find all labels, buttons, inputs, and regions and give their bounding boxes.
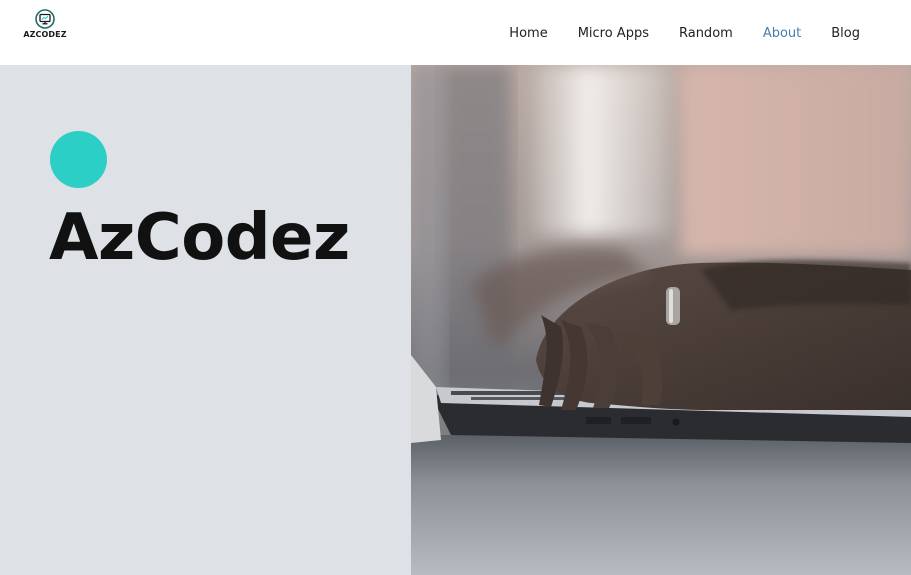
accent-dot <box>50 131 107 188</box>
hero-title: AzCodez <box>49 201 350 275</box>
monitor-logo-icon <box>35 9 55 29</box>
nav-item-blog[interactable]: Blog <box>831 26 860 41</box>
nav-item-home[interactable]: Home <box>509 26 547 41</box>
nav-item-micro-apps[interactable]: Micro Apps <box>578 26 649 41</box>
site-header: AZCODEZ Home Micro Apps Random About Blo… <box>0 0 911 65</box>
site-logo[interactable]: AZCODEZ <box>22 9 68 43</box>
hero-panel: AzCodez <box>0 65 411 575</box>
typing-on-laptop-illustration <box>411 65 911 575</box>
main-nav: Home Micro Apps Random About Blog <box>509 26 860 41</box>
nav-item-about[interactable]: About <box>763 26 801 41</box>
hero-image <box>411 65 911 575</box>
logo-text: AZCODEZ <box>23 30 67 39</box>
nav-item-random[interactable]: Random <box>679 26 733 41</box>
